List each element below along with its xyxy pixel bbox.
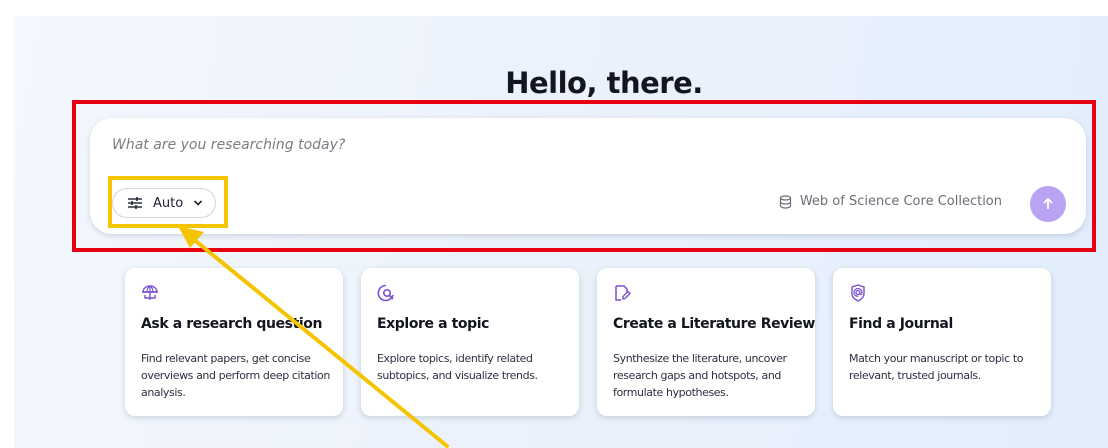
document-edit-icon [615,285,631,301]
card-description: Find relevant papers, get concise overvi… [141,352,330,399]
page: Hello, there. Auto Web of S [0,0,1108,448]
card-description: Synthesize the literature, uncover resea… [613,352,787,399]
globe-icon [142,285,158,300]
journal-at-icon [851,284,865,302]
card-title: Ask a research question [141,316,323,332]
card-description: Match your manuscript or topic to releva… [849,352,1024,382]
highlight-box-mode [108,176,228,228]
card-find-journal[interactable]: Find a Journal Match your manuscript or … [833,268,1051,416]
card-description: Explore topics, identify related subtopi… [377,352,538,382]
card-title: Explore a topic [377,316,490,332]
card-title: Find a Journal [849,316,953,332]
search-topic-icon [377,284,394,302]
card-create-literature-review[interactable]: Create a Literature Review Synthesize th… [597,268,815,416]
greeting-heading: Hello, there. [505,66,703,100]
card-explore-topic[interactable]: Explore a topic Explore topics, identify… [361,268,579,416]
card-title: Create a Literature Review [613,316,815,332]
card-ask-research-question[interactable]: Ask a research question Find relevant pa… [125,268,343,416]
